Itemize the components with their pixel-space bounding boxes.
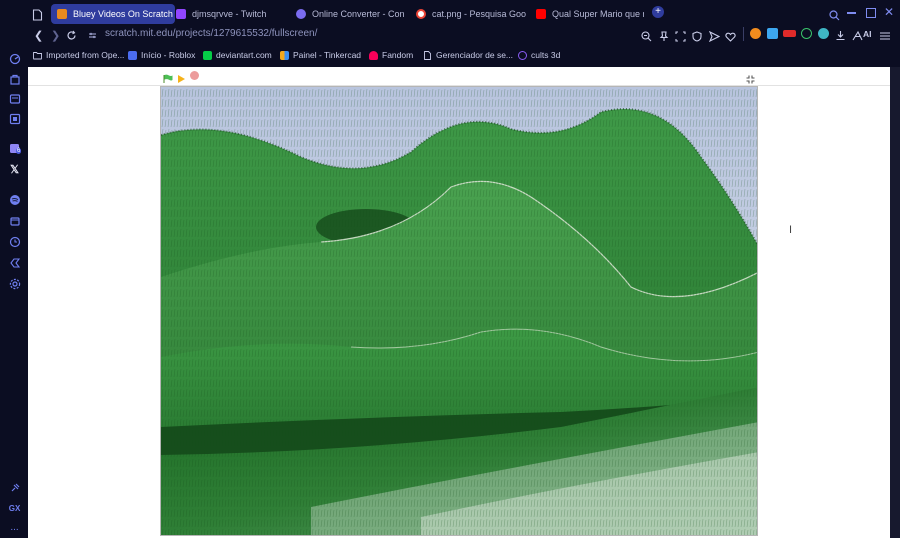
bookmark-fandom[interactable]: Fandom xyxy=(369,48,413,62)
twitch-favicon-icon xyxy=(176,9,186,19)
zoom-icon[interactable] xyxy=(641,29,652,47)
twitch-icon[interactable]: 6 xyxy=(8,142,22,155)
tab-online-converter[interactable]: Online Converter - Conve xyxy=(296,4,404,24)
bookmark-cults3d[interactable]: cults 3d xyxy=(518,48,560,62)
bookmark-label: Gerenciador de se... xyxy=(436,50,514,60)
send-icon[interactable] xyxy=(708,29,721,47)
news-icon[interactable] xyxy=(8,92,21,105)
heart-icon[interactable] xyxy=(725,29,736,47)
settings-gear-icon[interactable] xyxy=(8,277,21,290)
tab-bluey[interactable]: Bluey Videos On Scratch 8 xyxy=(51,4,175,24)
spotify-icon[interactable] xyxy=(8,193,21,206)
shield-icon[interactable] xyxy=(692,29,702,47)
search-tabs-icon[interactable] xyxy=(829,8,840,26)
speed-dial-icon[interactable] xyxy=(8,52,21,65)
bookmark-label: Painel - Tinkercad xyxy=(293,50,362,60)
aria-ai-icon[interactable] xyxy=(852,28,863,46)
tab-menu-icon[interactable] xyxy=(32,8,43,26)
bookmark-gerenciador[interactable]: Gerenciador de se... xyxy=(423,48,513,62)
tab-label: Qual Super Mario que mai xyxy=(552,9,644,19)
shopping-bag-icon[interactable] xyxy=(8,72,21,85)
stop-sign-icon[interactable] xyxy=(190,71,199,80)
more-icon[interactable]: ... xyxy=(8,521,21,534)
scratch-controls-bar xyxy=(28,67,890,86)
gx-label[interactable]: GX xyxy=(8,502,21,515)
roblox-icon xyxy=(128,50,137,60)
new-tab-button[interactable]: + xyxy=(652,6,664,18)
bookmark-imported[interactable]: Imported from Ope... xyxy=(33,48,124,62)
youtube-favicon-icon xyxy=(536,9,546,19)
browser-sidebar: 6 𝕏 GX ... xyxy=(0,0,28,538)
forward-button[interactable]: ❯ xyxy=(51,29,60,42)
extension-blue-icon[interactable] xyxy=(767,28,778,39)
bookmark-label: Início - Roblox xyxy=(141,50,196,60)
bookmark-label: Fandom xyxy=(382,50,414,60)
grassy-hills-render xyxy=(161,87,757,535)
snapshot-icon[interactable] xyxy=(675,29,686,47)
bookmark-roblox[interactable]: Início - Roblox xyxy=(128,48,195,62)
bookmark-deviantart[interactable]: deviantart.com xyxy=(203,48,272,62)
scratch-stage[interactable] xyxy=(160,86,758,536)
address-input[interactable]: scratch.mit.edu/projects/1279615532/full… xyxy=(105,28,317,39)
deviantart-icon xyxy=(203,50,212,60)
history-icon[interactable] xyxy=(8,235,21,248)
tinkercad-icon xyxy=(280,50,289,60)
tab-twitch[interactable]: djmsqrvve - Twitch xyxy=(176,4,286,24)
tab-bar: Bluey Videos On Scratch 8 djmsqrvve - Tw… xyxy=(0,0,900,28)
tab-label: Bluey Videos On Scratch 8 xyxy=(73,9,175,19)
page-scrollbar[interactable] xyxy=(890,67,900,538)
minimize-button[interactable] xyxy=(847,12,856,14)
maximize-button[interactable] xyxy=(866,8,876,18)
converter-favicon-icon xyxy=(296,9,306,19)
back-button[interactable]: ❮ xyxy=(34,29,43,42)
extension-teal-icon[interactable] xyxy=(818,28,829,39)
extension-green-icon[interactable] xyxy=(801,28,812,39)
x-twitter-icon[interactable]: 𝕏 xyxy=(8,163,21,176)
close-window-button[interactable]: ✕ xyxy=(884,5,894,19)
google-favicon-icon xyxy=(416,9,426,19)
tabs-icon[interactable] xyxy=(8,214,21,227)
page-icon xyxy=(424,50,431,60)
text-cursor-icon: I xyxy=(789,224,793,236)
reload-icon[interactable] xyxy=(66,28,77,46)
extension-orange-icon[interactable] xyxy=(750,28,761,39)
twitch-badge: 6 xyxy=(16,148,22,154)
extension-red-icon[interactable] xyxy=(783,30,796,37)
bookmark-label: Imported from Ope... xyxy=(46,50,125,60)
bookmark-tinkercad[interactable]: Painel - Tinkercad xyxy=(280,48,361,62)
download-icon[interactable] xyxy=(835,28,846,46)
tab-label: djmsqrvve - Twitch xyxy=(192,9,267,19)
fandom-icon xyxy=(369,50,378,60)
tab-label: Online Converter - Conve xyxy=(312,9,404,19)
tab-youtube[interactable]: Qual Super Mario que mai xyxy=(536,4,644,24)
tab-google[interactable]: cat.png - Pesquisa Google xyxy=(416,4,526,24)
bookmark-label: deviantart.com xyxy=(216,50,272,60)
easy-setup-menu-icon[interactable] xyxy=(880,28,890,46)
gx-controls-icon[interactable] xyxy=(8,256,21,269)
bookmark-label: cults 3d xyxy=(531,50,561,60)
ai-label[interactable]: AI xyxy=(863,29,872,39)
player-icon[interactable] xyxy=(8,112,21,125)
toolbar-divider xyxy=(743,27,744,41)
secure-lock-icon[interactable] xyxy=(87,28,98,46)
pin-icon[interactable] xyxy=(8,481,21,494)
cults3d-icon xyxy=(518,50,527,60)
pin-page-icon[interactable] xyxy=(659,29,669,47)
scratch-favicon-icon xyxy=(57,9,67,19)
folder-icon xyxy=(33,51,42,59)
tab-label: cat.png - Pesquisa Google xyxy=(432,9,526,19)
